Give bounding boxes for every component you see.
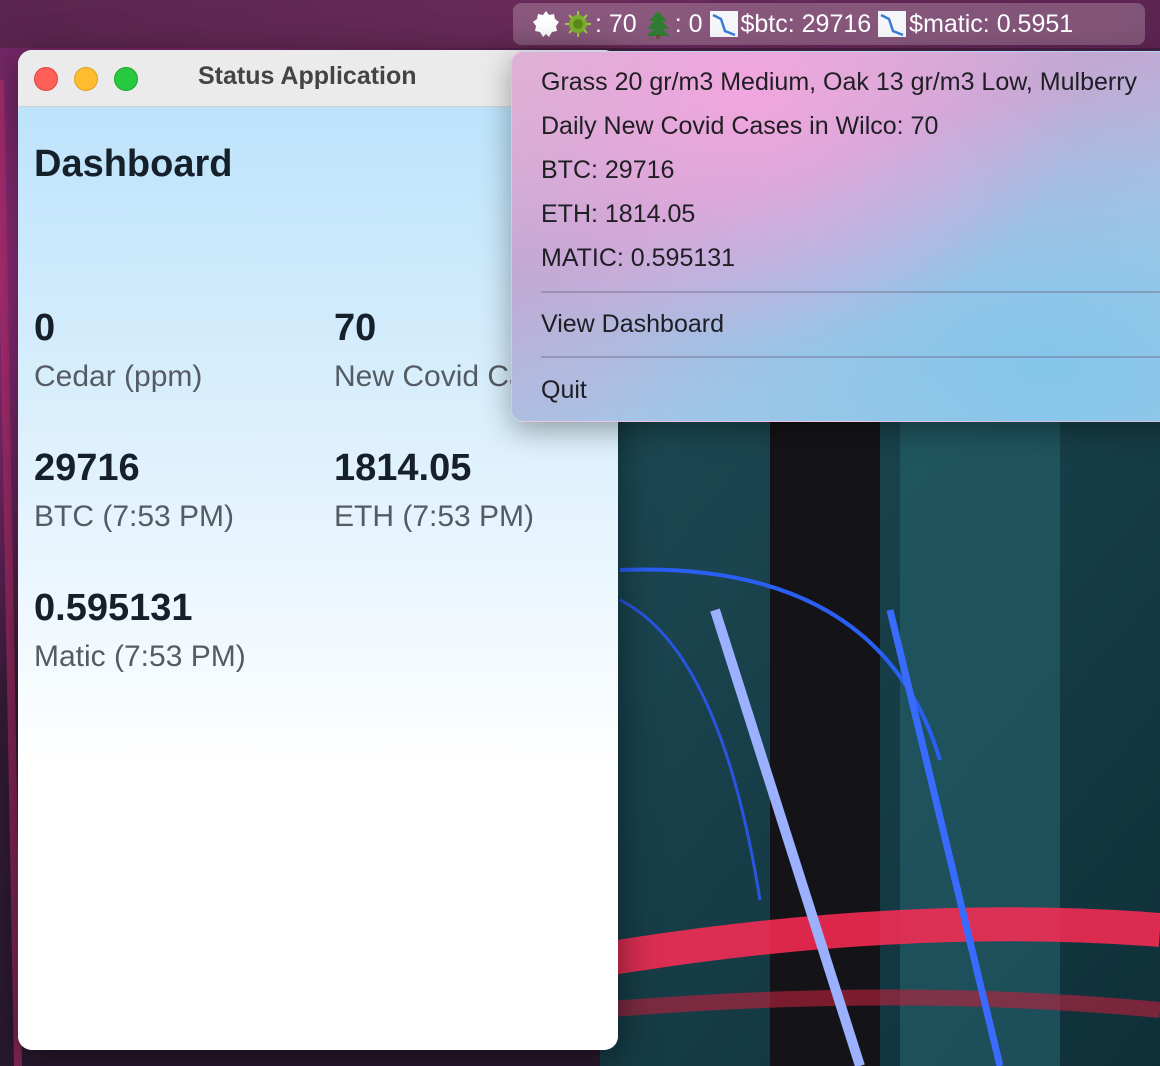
menu-bar: : 70 : 0 $btc: 29716 $matic: 0.5951 bbox=[0, 0, 1160, 48]
stat-value: 0.595131 bbox=[34, 587, 193, 629]
covid-count-text: : 70 bbox=[595, 9, 637, 38]
status-bar-item[interactable]: : 70 : 0 $btc: 29716 $matic: 0.5951 bbox=[513, 3, 1145, 45]
stat-matic: 0.595131 Matic (7:53 PM) bbox=[34, 585, 246, 677]
virus-icon bbox=[565, 11, 591, 37]
menu-item-btc[interactable]: BTC: 29716 bbox=[541, 156, 674, 185]
stat-label: ETH (7:53 PM) bbox=[334, 500, 535, 533]
chart-down-icon bbox=[709, 11, 738, 37]
tree-icon bbox=[645, 11, 670, 39]
dashboard-heading: Dashboard bbox=[34, 143, 233, 185]
quit-menu-item[interactable]: Quit bbox=[541, 376, 587, 405]
cedar-count-text: : 0 bbox=[674, 9, 703, 38]
status-dropdown-menu: Grass 20 gr/m3 Medium, Oak 13 gr/m3 Low,… bbox=[511, 51, 1160, 422]
menu-item-covid[interactable]: Daily New Covid Cases in Wilco: 70 bbox=[541, 112, 938, 141]
matic-menubar-text: $matic: 0.5951 bbox=[909, 9, 1074, 38]
stat-value: 0 bbox=[34, 307, 56, 349]
stat-eth: 1814.05 ETH (7:53 PM) bbox=[334, 445, 534, 537]
app-gear-icon bbox=[533, 11, 559, 37]
chart-down-icon bbox=[878, 11, 907, 37]
stat-label: BTC (7:53 PM) bbox=[34, 500, 235, 533]
btc-menubar-text: $btc: 29716 bbox=[740, 9, 872, 38]
stat-label: Cedar (ppm) bbox=[34, 360, 203, 393]
stat-value: 1814.05 bbox=[334, 447, 472, 489]
menu-item-pollen[interactable]: Grass 20 gr/m3 Medium, Oak 13 gr/m3 Low,… bbox=[541, 68, 1137, 97]
menu-item-eth[interactable]: ETH: 1814.05 bbox=[541, 200, 695, 229]
stat-cedar: 0 Cedar (ppm) bbox=[34, 305, 202, 397]
minimize-button[interactable] bbox=[74, 67, 98, 91]
menu-separator bbox=[541, 291, 1160, 293]
zoom-button[interactable] bbox=[114, 67, 138, 91]
menu-item-matic[interactable]: MATIC: 0.595131 bbox=[541, 244, 735, 273]
close-button[interactable] bbox=[34, 67, 58, 91]
stat-btc: 29716 BTC (7:53 PM) bbox=[34, 445, 234, 537]
stat-value: 29716 bbox=[34, 447, 140, 489]
window-title: Status Application bbox=[198, 62, 417, 90]
view-dashboard-menu-item[interactable]: View Dashboard bbox=[541, 310, 724, 339]
stat-label: Matic (7:53 PM) bbox=[34, 640, 246, 673]
menu-separator bbox=[541, 356, 1160, 358]
